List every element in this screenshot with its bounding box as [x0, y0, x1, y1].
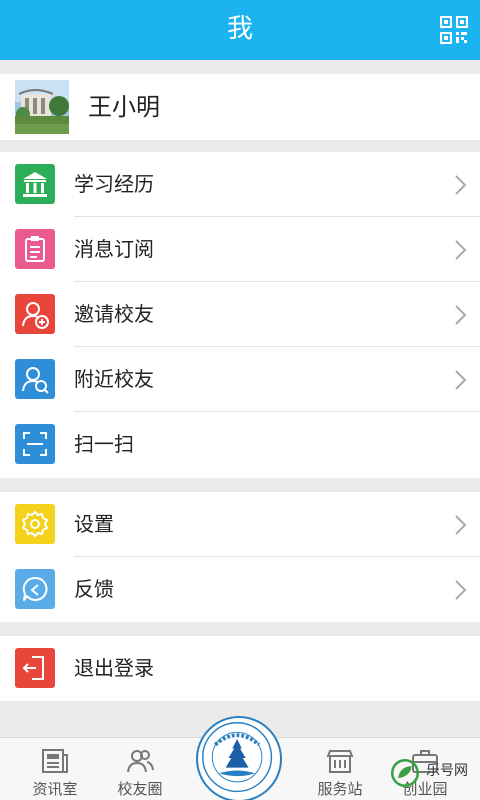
logout-group: 退出登录 — [0, 636, 480, 701]
menu-item-label: 消息订阅 — [74, 237, 154, 261]
chevron-right-icon — [455, 305, 467, 325]
tab-label: 校友圈 — [117, 780, 163, 798]
clipboard-icon — [15, 229, 55, 269]
profile-card[interactable]: 王小明 — [0, 74, 480, 140]
shop-icon — [326, 750, 354, 773]
menu-item-nearby-alumni[interactable]: 附近校友 — [0, 347, 480, 412]
menu-item-label: 反馈 — [74, 577, 114, 601]
page-title: 我 — [226, 14, 253, 44]
menu-item-message-subscription[interactable]: 消息订阅 — [0, 217, 480, 282]
alumni-association-logo[interactable] — [196, 716, 282, 800]
menu-item-feedback[interactable]: 反馈 — [0, 557, 480, 622]
tab-news[interactable]: 资讯室 — [15, 738, 95, 800]
leaf-logo-icon — [390, 758, 420, 788]
menu-item-label: 附近校友 — [74, 367, 154, 391]
avatar[interactable] — [15, 80, 69, 134]
logout-button[interactable]: 退出登录 — [0, 636, 480, 701]
menu-item-label: 设置 — [74, 512, 114, 536]
menu-group-settings: 设置 反馈 — [0, 492, 480, 622]
watermark-text: 乐号网 — [426, 763, 468, 779]
menu-item-settings[interactable]: 设置 — [0, 492, 480, 557]
qr-code-icon[interactable] — [440, 16, 468, 44]
feedback-icon — [15, 569, 55, 609]
tab-label: 服务站 — [317, 780, 363, 798]
menu-item-label: 学习经历 — [74, 172, 154, 196]
exit-icon — [15, 648, 55, 688]
chevron-right-icon — [455, 175, 467, 195]
profile-name: 王小明 — [88, 93, 160, 121]
chevron-right-icon — [455, 370, 467, 390]
gear-icon — [15, 504, 55, 544]
tab-alumni-circle[interactable]: 校友圈 — [100, 738, 180, 800]
menu-group-main: 学习经历 消息订阅 邀请校友 附近校友 扫一扫 — [0, 152, 480, 478]
search-user-icon — [15, 359, 55, 399]
menu-item-label: 邀请校友 — [74, 302, 154, 326]
menu-item-learning-history[interactable]: 学习经历 — [0, 152, 480, 217]
add-user-icon — [15, 294, 55, 334]
newspaper-icon — [42, 749, 68, 773]
chevron-right-icon — [455, 580, 467, 600]
chevron-right-icon — [455, 515, 467, 535]
menu-item-label: 扫一扫 — [74, 432, 134, 456]
chevron-right-icon — [455, 240, 467, 260]
scan-icon — [15, 424, 55, 464]
friends-icon — [127, 750, 154, 773]
bank-icon — [15, 164, 55, 204]
tab-label: 资讯室 — [32, 780, 78, 798]
tab-service-station[interactable]: 服务站 — [300, 738, 380, 800]
logout-label: 退出登录 — [74, 656, 154, 680]
watermark-logo: 乐号网 — [386, 754, 474, 794]
menu-item-invite-alumni[interactable]: 邀请校友 — [0, 282, 480, 347]
menu-item-scan[interactable]: 扫一扫 — [0, 412, 480, 477]
top-bar: 我 — [0, 0, 480, 60]
